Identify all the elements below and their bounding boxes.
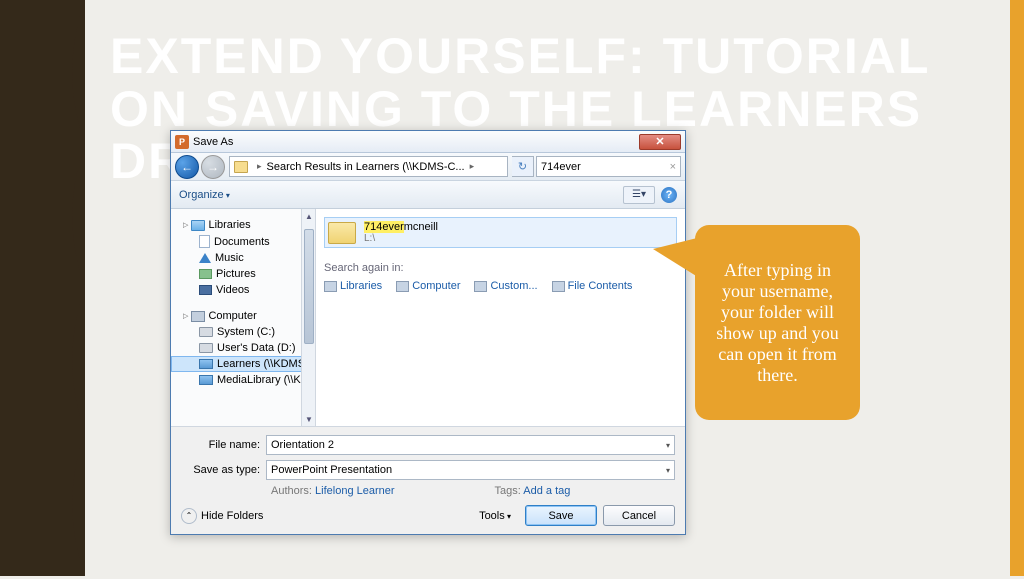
nav-item-user-data-d[interactable]: User's Data (D:) xyxy=(171,340,315,356)
nav-item-system-c[interactable]: System (C:) xyxy=(171,324,315,340)
authors-label: Authors: xyxy=(271,485,312,497)
save-button[interactable]: Save xyxy=(525,505,597,526)
navigation-pane: Libraries Documents Music Pictures Video… xyxy=(171,209,316,426)
authors-value[interactable]: Lifelong Learner xyxy=(315,485,395,497)
search-again-options: Libraries Computer Custom... File Conten… xyxy=(324,280,677,292)
save-as-dialog: P Save As ✕ ← → ▸ Search Results in Lear… xyxy=(170,130,686,535)
nav-item-videos[interactable]: Videos xyxy=(171,282,315,298)
instruction-callout: After typing in your username, your fold… xyxy=(695,225,860,420)
music-icon xyxy=(199,253,211,263)
network-drive-icon xyxy=(199,359,213,369)
callout-text: After typing in your username, your fold… xyxy=(707,260,848,386)
nav-item-music[interactable]: Music xyxy=(171,250,315,266)
search-input[interactable]: 714ever × xyxy=(536,156,681,177)
search-value: 714ever xyxy=(541,161,581,173)
tags-value[interactable]: Add a tag xyxy=(523,485,570,497)
address-text: Search Results in Learners (\\KDMS-C... xyxy=(267,161,465,173)
dialog-body: Libraries Documents Music Pictures Video… xyxy=(171,209,685,426)
dialog-title: Save As xyxy=(193,136,639,148)
network-drive-icon xyxy=(199,375,213,385)
folder-icon xyxy=(328,222,356,244)
close-button[interactable]: ✕ xyxy=(639,134,681,150)
dialog-navbar: ← → ▸ Search Results in Learners (\\KDMS… xyxy=(171,153,685,181)
custom-icon xyxy=(474,281,487,292)
address-bar[interactable]: ▸ Search Results in Learners (\\KDMS-C..… xyxy=(229,156,508,177)
chevron-right-icon: ▸ xyxy=(257,161,262,172)
scroll-thumb[interactable] xyxy=(304,229,314,344)
results-pane: 714evermcneill L:\ Search again in: Libr… xyxy=(316,209,685,426)
cancel-button[interactable]: Cancel xyxy=(603,505,675,526)
tags-label: Tags: xyxy=(495,485,521,497)
folder-icon xyxy=(234,161,248,173)
videos-icon xyxy=(199,285,212,295)
search-again-computer[interactable]: Computer xyxy=(396,280,460,292)
nav-item-learners[interactable]: Learners (\\KDMS xyxy=(171,356,315,372)
file-contents-icon xyxy=(552,281,565,292)
dialog-bottom-panel: File name: Orientation 2 Save as type: P… xyxy=(171,426,685,534)
scroll-up-icon[interactable]: ▲ xyxy=(302,209,316,223)
help-button[interactable]: ? xyxy=(661,187,677,203)
search-again-custom[interactable]: Custom... xyxy=(474,280,537,292)
computer-icon xyxy=(191,311,205,322)
libraries-icon xyxy=(191,220,205,231)
slide-left-decor xyxy=(0,0,85,576)
nav-libraries-header[interactable]: Libraries xyxy=(171,217,315,233)
drive-icon xyxy=(199,327,213,337)
hide-folders-button[interactable]: Hide Folders xyxy=(181,508,263,524)
chevron-right-icon: ▸ xyxy=(470,161,475,172)
nav-scrollbar[interactable]: ▲ ▼ xyxy=(301,209,315,426)
search-again-file-contents[interactable]: File Contents xyxy=(552,280,633,292)
organize-menu[interactable]: Organize xyxy=(179,189,230,201)
libraries-icon xyxy=(324,281,337,292)
file-name-label: File name: xyxy=(181,439,266,451)
app-icon: P xyxy=(175,135,189,149)
tools-menu[interactable]: Tools xyxy=(479,510,511,522)
search-result-row[interactable]: 714evermcneill L:\ xyxy=(324,217,677,248)
search-again-label: Search again in: xyxy=(324,262,677,274)
nav-item-pictures[interactable]: Pictures xyxy=(171,266,315,282)
save-as-type-label: Save as type: xyxy=(181,464,266,476)
view-mode-button[interactable]: ☰▾ xyxy=(623,186,655,204)
save-as-type-select[interactable]: PowerPoint Presentation xyxy=(266,460,675,480)
drive-icon xyxy=(199,343,213,353)
result-path: L:\ xyxy=(364,233,438,244)
file-name-input[interactable]: Orientation 2 xyxy=(266,435,675,455)
forward-button[interactable]: → xyxy=(201,155,225,179)
dialog-toolbar: Organize ☰▾ ? xyxy=(171,181,685,209)
nav-item-medialibrary[interactable]: MediaLibrary (\\K xyxy=(171,372,315,388)
dialog-titlebar[interactable]: P Save As ✕ xyxy=(171,131,685,153)
nav-computer-header[interactable]: Computer xyxy=(171,308,315,324)
scroll-down-icon[interactable]: ▼ xyxy=(302,412,316,426)
result-highlight: 714ever xyxy=(364,221,404,233)
search-again-libraries[interactable]: Libraries xyxy=(324,280,382,292)
result-name-rest: mcneill xyxy=(404,221,438,233)
refresh-button[interactable]: ↻ xyxy=(512,156,534,177)
document-icon xyxy=(199,235,210,248)
nav-item-documents[interactable]: Documents xyxy=(171,233,315,250)
computer-icon xyxy=(396,281,409,292)
pictures-icon xyxy=(199,269,212,279)
back-button[interactable]: ← xyxy=(175,155,199,179)
clear-search-icon[interactable]: × xyxy=(670,161,676,173)
